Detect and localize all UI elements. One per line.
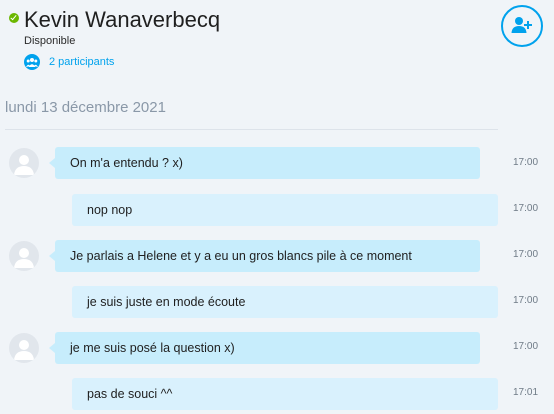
message-bubble[interactable]: je me suis posé la question x) bbox=[49, 332, 480, 364]
participants-link[interactable]: 2 participants bbox=[24, 53, 114, 71]
message-bubble[interactable]: nop nop bbox=[72, 194, 498, 226]
contact-avatar[interactable] bbox=[9, 333, 39, 363]
contact-avatar[interactable] bbox=[9, 148, 39, 178]
presence-status: Disponible bbox=[24, 35, 76, 47]
contact-avatar[interactable] bbox=[9, 241, 39, 271]
message-bubble[interactable]: pas de souci ^^ bbox=[72, 378, 498, 410]
message-timestamp: 17:01 bbox=[513, 387, 539, 398]
participants-icon bbox=[24, 54, 40, 70]
message-timestamp: 17:00 bbox=[513, 249, 539, 260]
message-timestamp: 17:00 bbox=[513, 341, 539, 352]
participants-label: 2 participants bbox=[49, 56, 115, 68]
divider bbox=[5, 129, 498, 130]
message-timestamp: 17:00 bbox=[513, 295, 539, 306]
date-separator: lundi 13 décembre 2021 bbox=[5, 99, 166, 116]
message-bubble[interactable]: je suis juste en mode écoute bbox=[72, 286, 498, 318]
message-bubble[interactable]: Je parlais a Helene et y a eu un gros bl… bbox=[49, 240, 480, 272]
status-available-icon bbox=[9, 13, 19, 23]
add-person-icon bbox=[511, 17, 532, 33]
conversation-header: Kevin Wanaverbecq Disponible 2 participa… bbox=[0, 0, 554, 80]
message-timestamp: 17:00 bbox=[513, 157, 539, 168]
avatar-placeholder-icon bbox=[14, 155, 34, 175]
avatar-placeholder-icon bbox=[14, 248, 34, 268]
avatar-placeholder-icon bbox=[14, 340, 34, 360]
message-bubble[interactable]: On m'a entendu ? x) bbox=[49, 147, 480, 179]
add-participant-button[interactable] bbox=[501, 5, 543, 47]
contact-name[interactable]: Kevin Wanaverbecq bbox=[24, 5, 220, 35]
message-timestamp: 17:00 bbox=[513, 203, 539, 214]
